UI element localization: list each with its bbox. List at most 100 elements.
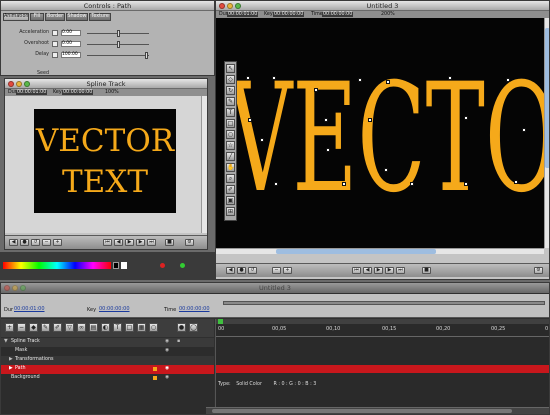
rewind-button[interactable]: ◀ xyxy=(226,267,235,274)
acceleration-field[interactable]: 0.00 xyxy=(61,30,81,36)
spline-handle[interactable] xyxy=(386,80,390,84)
step-back-button[interactable]: ◀ xyxy=(363,267,372,274)
tab-shadow[interactable]: Shadow xyxy=(66,13,88,21)
canvas-vscroll-thumb[interactable] xyxy=(545,28,549,168)
spline-handle[interactable] xyxy=(314,88,318,92)
step-forward-button[interactable]: ▶ xyxy=(385,267,394,274)
controls-titlebar[interactable]: Controls : Path xyxy=(1,1,214,11)
disclosure-triangle-icon[interactable]: ▶ xyxy=(9,365,13,373)
track-row-transformations[interactable]: ▶ Transformations xyxy=(1,356,214,365)
canvas-vscrollbar[interactable] xyxy=(544,18,549,248)
delay-slider[interactable] xyxy=(87,52,149,59)
green-dot-icon[interactable] xyxy=(180,263,185,268)
canvas-dur-value[interactable]: 00:00:01:00 xyxy=(227,12,259,17)
disclosure-triangle-icon[interactable]: ▼ xyxy=(4,338,8,346)
spline-handle[interactable] xyxy=(248,118,252,122)
settings-button[interactable]: ⚙ xyxy=(185,239,194,246)
timeline-track-bar-path[interactable] xyxy=(216,365,549,373)
line-tool-icon[interactable]: ╱ xyxy=(226,152,235,161)
zoom-out-button[interactable]: − xyxy=(42,239,51,246)
zoom-out-button[interactable]: − xyxy=(272,267,281,274)
spline-titlebar[interactable]: Spline Track xyxy=(5,79,207,89)
zoom-in-button[interactable]: + xyxy=(53,239,62,246)
spline-handle[interactable] xyxy=(464,182,468,186)
rotate-tool-icon[interactable]: ↻ xyxy=(226,86,235,95)
text-tool-icon[interactable]: T xyxy=(226,108,235,117)
color-spectrum[interactable] xyxy=(3,262,111,269)
group-icon[interactable]: ▤ xyxy=(89,323,98,332)
node-tool-icon[interactable]: ◇ xyxy=(226,75,235,84)
spline-handle[interactable] xyxy=(410,182,414,186)
track-row-path[interactable]: ▶ Path ◉ xyxy=(1,365,214,374)
spline-handle[interactable] xyxy=(358,78,362,82)
spline-handle[interactable] xyxy=(368,118,372,122)
grid-tool-icon[interactable]: ⊞ xyxy=(226,207,235,216)
timeline-key-value[interactable]: 00:00:00:00 xyxy=(99,306,130,312)
canvas-time-value[interactable]: 00:00:00:00 xyxy=(322,12,354,17)
link-icon[interactable]: ∞ xyxy=(77,323,86,332)
track-row-spline-track[interactable]: ▼ Spline Track ◉ ▪ xyxy=(1,338,214,347)
timeline-hscroll-thumb[interactable] xyxy=(212,409,512,413)
eye-icon[interactable]: ◉ xyxy=(165,365,169,373)
spline-handle[interactable] xyxy=(342,182,346,186)
solid-circle-icon[interactable]: ● xyxy=(177,323,186,332)
spline-handle[interactable] xyxy=(522,128,526,132)
acceleration-slider[interactable] xyxy=(87,30,149,37)
delay-swatch[interactable] xyxy=(52,52,58,58)
timeline-dur-value[interactable]: 00:00:01:00 xyxy=(14,306,45,312)
spline-vscrollbar[interactable] xyxy=(201,96,207,233)
zoom-in-button[interactable]: + xyxy=(283,267,292,274)
select-tool-icon[interactable]: ↖ xyxy=(226,64,235,73)
rectangle-tool-icon[interactable]: □ xyxy=(226,119,235,128)
spline-handle[interactable] xyxy=(324,118,328,122)
canvas-titlebar[interactable]: Untitled 3 xyxy=(216,1,549,11)
spline-dur-value[interactable]: 00:00:01:00 xyxy=(16,90,48,95)
play-button[interactable]: ▶ xyxy=(125,239,134,246)
spline-handle[interactable] xyxy=(274,182,278,186)
spline-handle[interactable] xyxy=(506,78,510,82)
color-chip-icon[interactable] xyxy=(153,376,157,380)
spline-handle[interactable] xyxy=(448,76,452,80)
eye-icon[interactable]: ◉ xyxy=(165,347,169,355)
eye-icon[interactable]: ◉ xyxy=(165,338,169,346)
track-row-background[interactable]: Background ◉ xyxy=(1,374,214,383)
text-tool-icon[interactable]: T xyxy=(113,323,122,332)
overshoot-field[interactable]: 0.00 xyxy=(61,41,81,47)
canvas-hscroll-thumb[interactable] xyxy=(276,249,436,254)
playhead-bar[interactable] xyxy=(216,319,549,324)
overshoot-slider[interactable] xyxy=(87,41,149,48)
color-swatch-black[interactable] xyxy=(113,262,119,269)
overshoot-swatch[interactable] xyxy=(52,41,58,47)
step-forward-button[interactable]: ▶ xyxy=(136,239,145,246)
play-button[interactable]: ▶ xyxy=(374,267,383,274)
canvas-hscrollbar[interactable] xyxy=(216,248,544,254)
fill-tool-icon[interactable]: ▣ xyxy=(226,196,235,205)
timeline-zoom-slider[interactable] xyxy=(223,301,545,305)
record-button[interactable]: ● xyxy=(20,239,29,246)
go-end-button[interactable]: ⏭ xyxy=(147,239,156,246)
track-add-icon[interactable]: + xyxy=(5,323,14,332)
color-swatch-white[interactable] xyxy=(121,262,127,269)
timeline-time-value[interactable]: 00:00:00:00 xyxy=(179,306,210,312)
mask-icon[interactable]: ◐ xyxy=(101,323,110,332)
settings-button[interactable]: ⚙ xyxy=(534,267,543,274)
eye-icon[interactable]: ◉ xyxy=(165,374,169,382)
spline-handle[interactable] xyxy=(464,116,468,120)
timeline-titlebar[interactable]: Untitled 3 xyxy=(1,283,549,293)
go-end-button[interactable]: ⏭ xyxy=(396,267,405,274)
ellipse-tool-icon[interactable]: ○ xyxy=(226,130,235,139)
pen-tool-icon[interactable]: ✎ xyxy=(226,97,235,106)
tab-animation[interactable]: Animation xyxy=(3,13,29,21)
record-button[interactable]: ● xyxy=(237,267,246,274)
timeline-tracks-area[interactable]: 00 00,05 00,10 00,15 00,20 00,25 0 Type:… xyxy=(215,319,549,414)
outline-circle-icon[interactable]: ◯ xyxy=(189,323,198,332)
spline-handle[interactable] xyxy=(514,180,518,184)
ellipse-tool-icon[interactable]: ○ xyxy=(149,323,158,332)
loop-button[interactable]: ↺ xyxy=(248,267,257,274)
rewind-button[interactable]: ◀ xyxy=(9,239,18,246)
star-tool-icon[interactable]: ☆ xyxy=(226,141,235,150)
spline-handle[interactable] xyxy=(384,168,388,172)
step-back-button[interactable]: ◀ xyxy=(114,239,123,246)
pen-tool-icon[interactable]: ✎ xyxy=(41,323,50,332)
tab-border[interactable]: Border xyxy=(45,13,65,21)
